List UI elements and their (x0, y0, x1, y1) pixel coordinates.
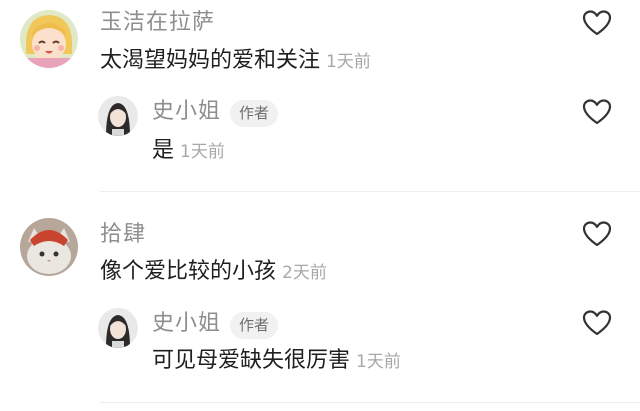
comment-author[interactable]: 玉洁在拉萨 (100, 12, 215, 34)
comment-author[interactable]: 拾肆 (100, 224, 146, 246)
author-badge: 作者 (230, 100, 279, 127)
reply-text: 可见母爱缺失很厉害 (152, 348, 351, 373)
like-heart-icon[interactable] (582, 9, 612, 37)
reply-author[interactable]: 史小姐 (152, 313, 221, 335)
avatar-author[interactable] (98, 96, 138, 136)
reply-time: 1天前 (180, 142, 225, 162)
reply-text: 是 (152, 138, 175, 163)
comment-section: 玉洁在拉萨 太渴望妈妈的爱和关注 1天前 史小姐 作者 是 1天前 拾肆 像个爱… (0, 0, 640, 411)
divider (100, 402, 640, 403)
divider (100, 191, 640, 192)
comment-time: 2天前 (282, 263, 327, 283)
reply-author[interactable]: 史小姐 (152, 101, 221, 123)
avatar-author[interactable] (98, 308, 138, 348)
reply-body: 是 1天前 (152, 140, 225, 162)
comment-body: 像个爱比较的小孩 2天前 (100, 261, 327, 283)
comment-text: 太渴望妈妈的爱和关注 (100, 48, 321, 73)
like-heart-icon[interactable] (582, 220, 612, 248)
avatar-user-1[interactable] (20, 10, 78, 68)
reply-time: 1天前 (356, 352, 401, 372)
like-heart-icon[interactable] (582, 98, 612, 126)
author-badge: 作者 (230, 312, 279, 339)
avatar-user-2[interactable] (20, 218, 78, 276)
comment-text: 像个爱比较的小孩 (100, 259, 277, 284)
comment-time: 1天前 (326, 52, 371, 72)
comment-body: 太渴望妈妈的爱和关注 1天前 (100, 50, 371, 72)
reply-body: 可见母爱缺失很厉害 1天前 (152, 350, 401, 372)
like-heart-icon[interactable] (582, 309, 612, 337)
